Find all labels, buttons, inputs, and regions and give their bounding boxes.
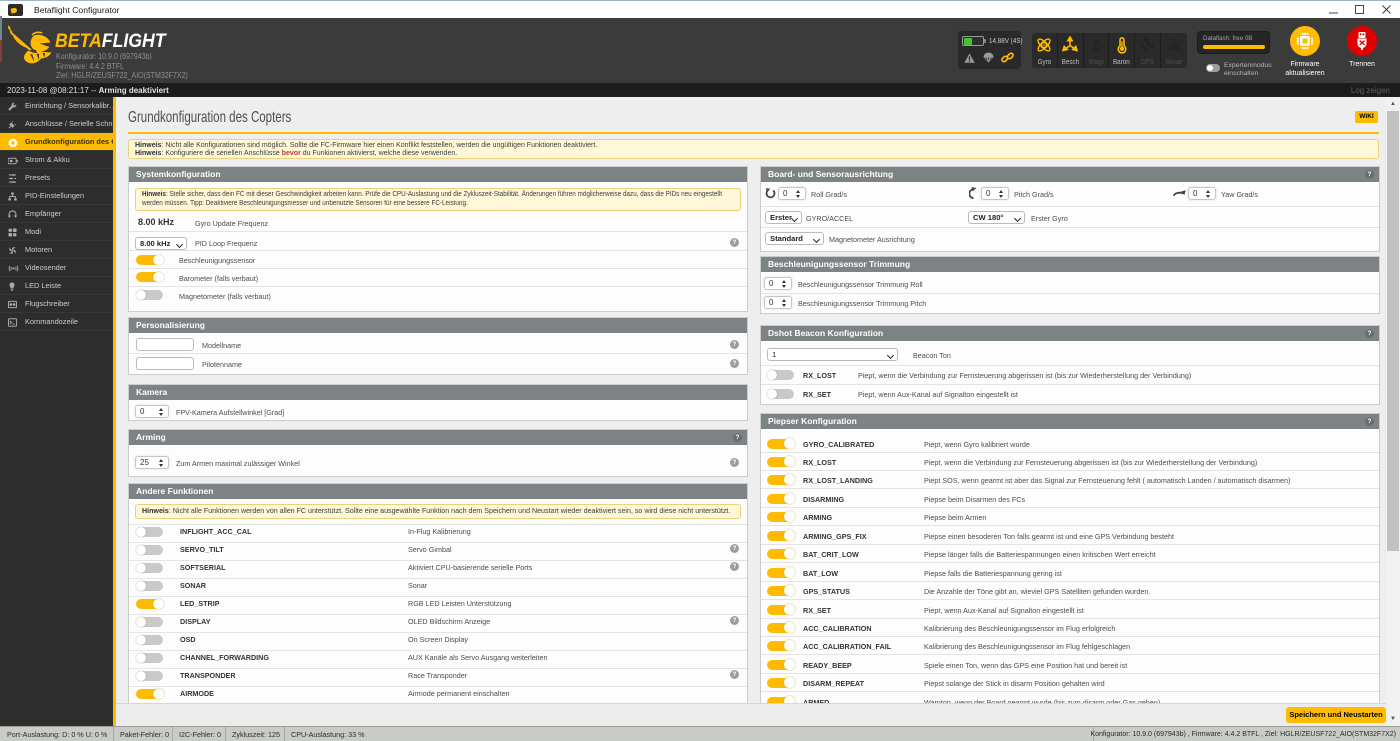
svg-text:N: N	[1092, 45, 1099, 54]
